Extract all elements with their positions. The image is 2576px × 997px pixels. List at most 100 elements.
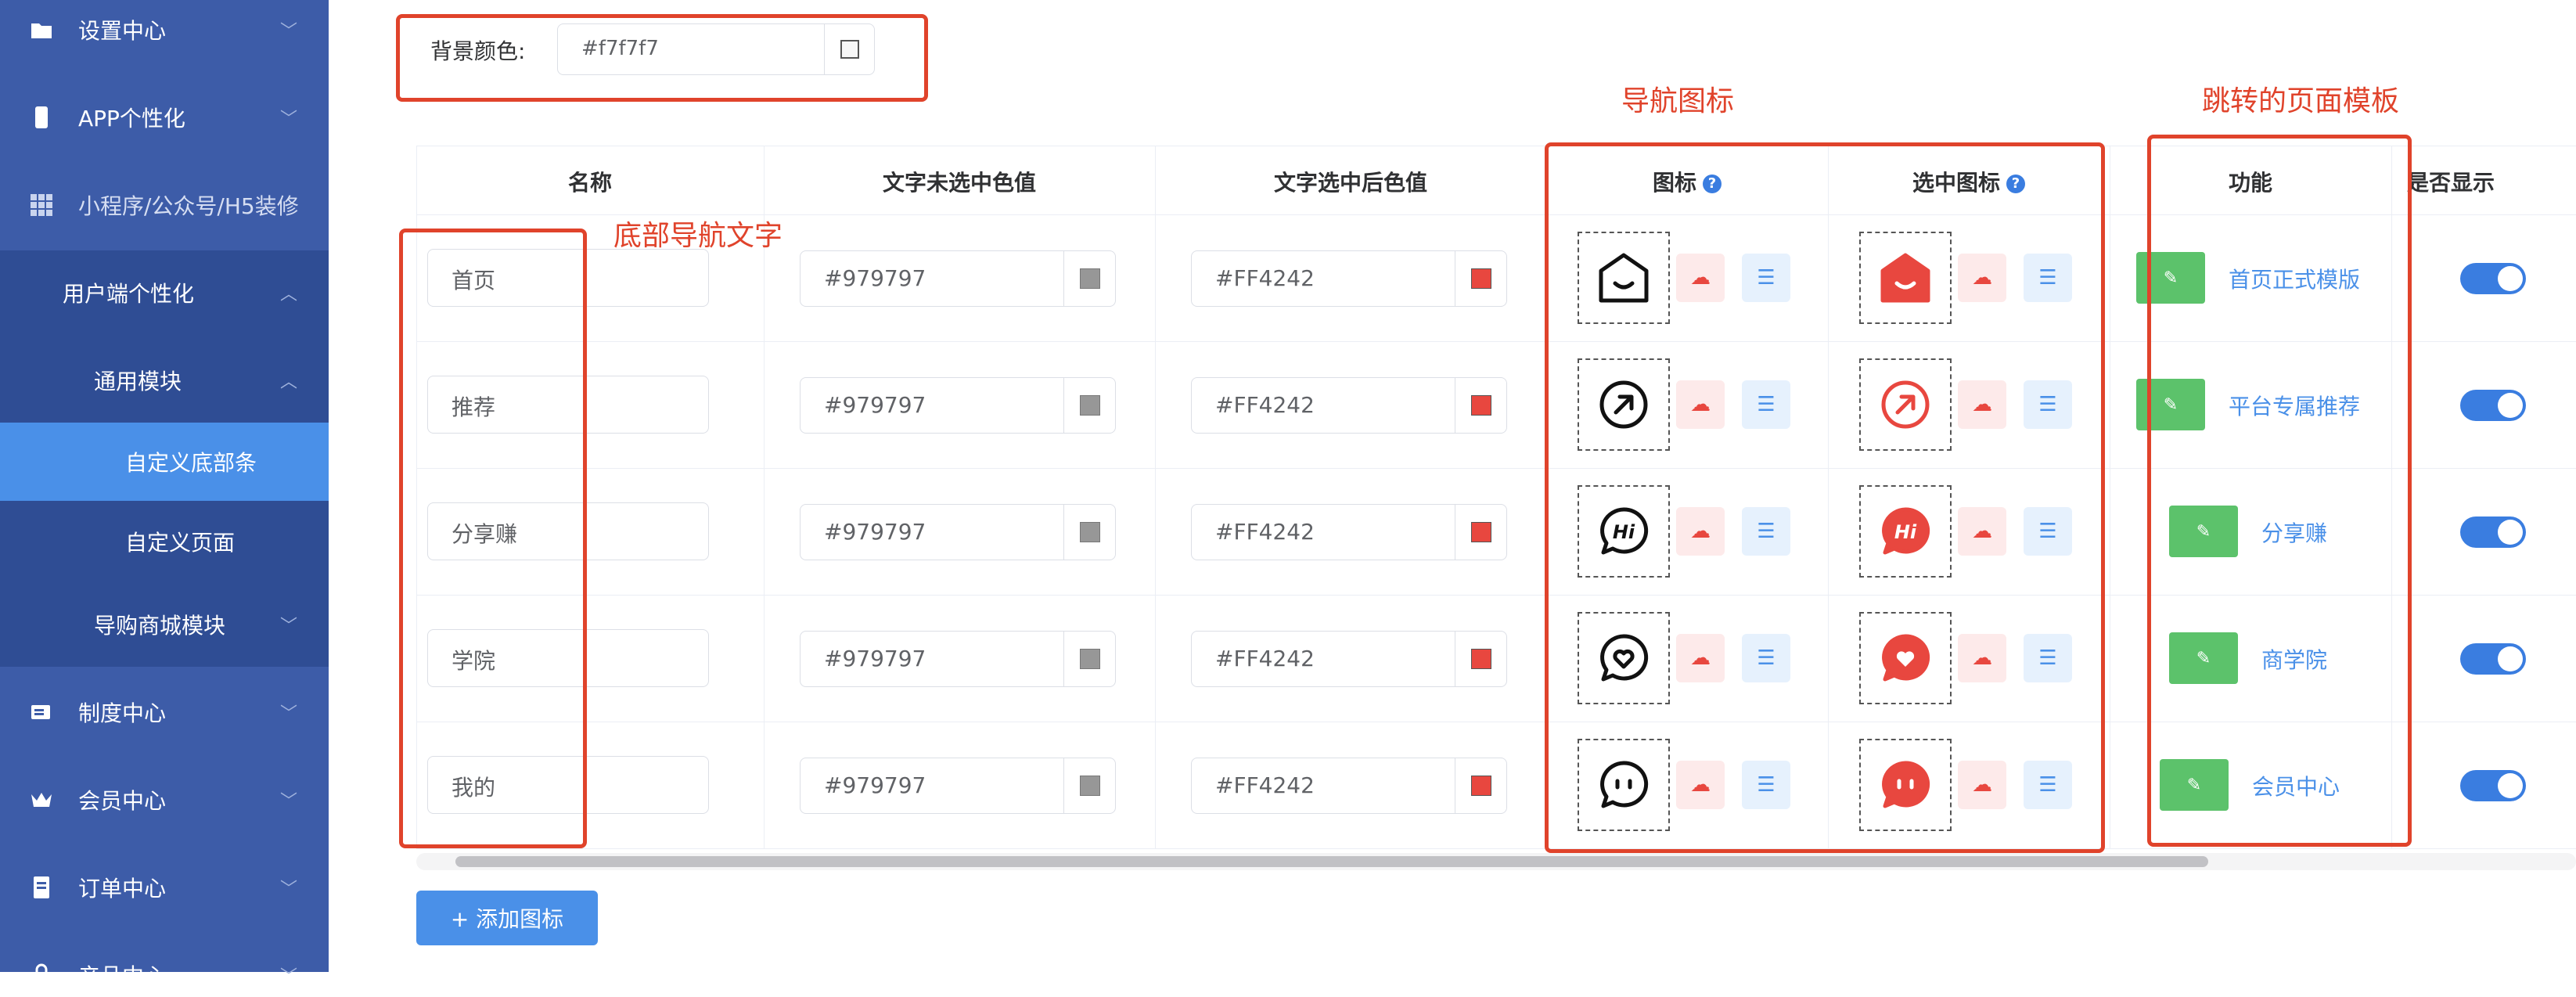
header-show: 是否显示 (2407, 170, 2495, 196)
show-toggle[interactable] (2460, 516, 2526, 548)
unselected-color-input[interactable]: #979797 (800, 758, 1116, 814)
selected-color-value: #FF4242 (1215, 265, 1315, 291)
main-content: 背景颜色: #f7f7f7 名称 文字未选中色值 文字选中后色值 图标? 选中图… (329, 0, 2576, 972)
document-icon (30, 876, 53, 899)
color-swatch (1080, 776, 1100, 796)
color-picker[interactable] (1455, 505, 1507, 560)
unselected-color-value: #979797 (824, 265, 926, 291)
show-toggle[interactable] (2460, 770, 2526, 801)
color-picker[interactable] (1455, 378, 1507, 433)
sidebar-item-label: 通用模块 (94, 369, 182, 394)
color-picker[interactable] (1455, 632, 1507, 686)
folder-icon (30, 18, 53, 41)
sidebar-item-user-personalization[interactable]: 用户端个性化 ︿ (0, 271, 329, 315)
sidebar-item-common-module[interactable]: 通用模块 ︿ (0, 358, 329, 402)
sidebar-item-custom-page[interactable]: 自定义页面 (0, 520, 329, 563)
add-icon-button[interactable]: + 添加图标 (416, 891, 598, 945)
color-swatch (1080, 268, 1100, 289)
sidebar-item-label: 自定义底部条 (125, 450, 257, 476)
sidebar-item-label: 会员中心 (78, 788, 167, 814)
color-swatch (1471, 522, 1491, 542)
table-border (1155, 146, 1156, 848)
show-toggle[interactable] (2460, 390, 2526, 421)
sidebar-item-miniprogram[interactable]: 小程序/公众号/H5装修 (0, 183, 329, 227)
selected-color-input[interactable]: #FF4242 (1191, 504, 1507, 560)
chevron-down-icon: ﹀ (279, 967, 297, 987)
sidebar-item-shop-module[interactable]: 导购商城模块 ﹀ (0, 603, 329, 646)
annotation-nav-text: 底部导航文字 (613, 220, 783, 252)
sidebar-item-order[interactable]: 订单中心 ﹀ (0, 866, 329, 909)
annotation-frame-page-template (2147, 135, 2412, 847)
annotation-frame-background (396, 14, 928, 102)
color-swatch (1080, 649, 1100, 669)
header-name: 名称 (567, 170, 612, 196)
sidebar-item-custom-tabbar[interactable]: 自定义底部条 (0, 440, 329, 484)
selected-color-input[interactable]: #FF4242 (1191, 758, 1507, 814)
chevron-down-icon: ﹀ (279, 22, 297, 41)
sidebar-item-app[interactable]: APP个性化 ﹀ (0, 95, 329, 139)
chevron-up-icon: ︿ (279, 285, 297, 304)
annotation-frame-nav-icon (1545, 142, 2105, 853)
color-swatch (1080, 395, 1100, 416)
color-picker[interactable] (1063, 251, 1116, 306)
sidebar-item-system[interactable]: 制度中心 ﹀ (0, 690, 329, 734)
sidebar-item-product[interactable]: 产品中心 ﹀ (0, 953, 329, 997)
sidebar-item-label: 小程序/公众号/H5装修 (78, 193, 299, 219)
sidebar-item-label: 产品中心 (78, 963, 167, 989)
unselected-color-input[interactable]: #979797 (800, 631, 1116, 687)
color-picker[interactable] (1455, 251, 1507, 306)
grid-icon (30, 193, 53, 217)
unselected-color-value: #979797 (824, 772, 926, 798)
chevron-up-icon: ︿ (279, 373, 297, 392)
chevron-down-icon: ﹀ (279, 880, 297, 899)
color-picker[interactable] (1063, 505, 1116, 560)
selected-color-value: #FF4242 (1215, 772, 1315, 798)
header-selected-color: 文字选中后色值 (1273, 170, 1427, 196)
sidebar-item-label: 设置中心 (78, 18, 167, 44)
color-picker[interactable] (1063, 632, 1116, 686)
annotation-frame-nav-text (399, 229, 587, 848)
chevron-down-icon: ﹀ (279, 110, 297, 129)
unselected-color-input[interactable]: #979797 (800, 504, 1116, 560)
unselected-color-input[interactable]: #979797 (800, 377, 1116, 434)
chevron-down-icon: ﹀ (279, 704, 297, 724)
sidebar-item-label: APP个性化 (78, 106, 185, 131)
selected-color-input[interactable]: #FF4242 (1191, 631, 1507, 687)
selected-color-input[interactable]: #FF4242 (1191, 377, 1507, 434)
chevron-down-icon: ﹀ (279, 792, 297, 812)
color-swatch (1471, 649, 1491, 669)
selected-color-value: #FF4242 (1215, 519, 1315, 545)
phone-icon (30, 106, 53, 129)
unselected-color-value: #979797 (824, 519, 926, 545)
table-border (416, 848, 2576, 849)
chevron-down-icon: ﹀ (279, 617, 297, 636)
show-toggle[interactable] (2460, 643, 2526, 675)
crown-icon (30, 788, 53, 812)
horizontal-scrollbar-thumb[interactable] (455, 856, 2208, 867)
selected-color-value: #FF4242 (1215, 646, 1315, 671)
sidebar-item-label: 自定义页面 (125, 530, 236, 556)
color-swatch (1080, 522, 1100, 542)
sidebar-item-member[interactable]: 会员中心 ﹀ (0, 778, 329, 822)
selected-color-input[interactable]: #FF4242 (1191, 250, 1507, 307)
show-toggle[interactable] (2460, 263, 2526, 294)
horizontal-scrollbar-track (416, 853, 2576, 870)
color-swatch (1471, 776, 1491, 796)
sidebar-item-label: 订单中心 (78, 876, 167, 902)
color-picker[interactable] (1063, 758, 1116, 813)
unselected-color-value: #979797 (824, 392, 926, 418)
color-swatch (1471, 395, 1491, 416)
sidebar-item-settings[interactable]: 设置中心 ﹀ (0, 8, 329, 52)
annotation-page-template: 跳转的页面模板 (2202, 85, 2400, 117)
sidebar-item-label: 制度中心 (78, 700, 167, 726)
add-icon-button-label: + 添加图标 (450, 906, 564, 932)
selected-color-value: #FF4242 (1215, 392, 1315, 418)
annotation-nav-icon: 导航图标 (1621, 85, 1735, 117)
color-picker[interactable] (1455, 758, 1507, 813)
sidebar-item-label: 用户端个性化 (63, 281, 195, 307)
unselected-color-input[interactable]: #979797 (800, 250, 1116, 307)
ticket-icon (30, 700, 53, 724)
sidebar-item-label: 导购商城模块 (94, 613, 226, 639)
color-picker[interactable] (1063, 378, 1116, 433)
header-unselected-color: 文字未选中色值 (882, 170, 1036, 196)
